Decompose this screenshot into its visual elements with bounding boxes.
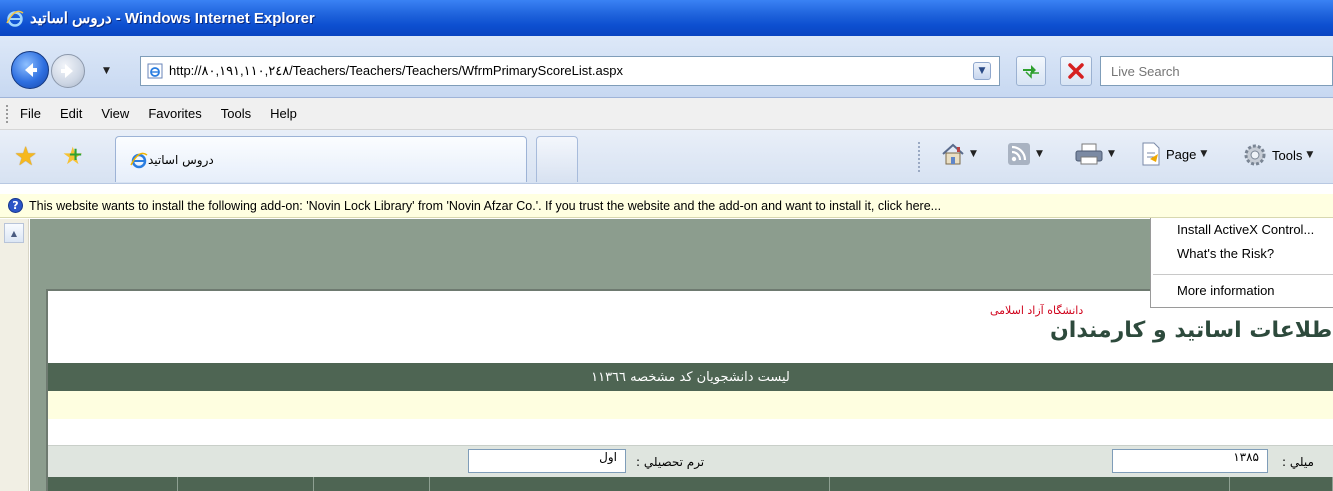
tools-dropdown-icon: ▼ (1306, 150, 1314, 160)
menu-help[interactable]: Help (270, 106, 297, 121)
whats-the-risk-item[interactable]: What's the Risk? (1177, 246, 1274, 261)
page-left-band (30, 289, 46, 491)
ie-logo-icon (6, 10, 24, 27)
window-title: دروس اساتيد - Windows Internet Explorer (30, 10, 315, 27)
list-header: ليست دانشجويان كد مشخصه ۱۱۳٦٦ (48, 363, 1333, 391)
page-icon (1142, 142, 1160, 166)
feeds-dropdown-icon[interactable]: ▼ (1036, 149, 1043, 159)
refresh-button[interactable] (1016, 56, 1046, 86)
tools-menu-label: Tools (1272, 147, 1303, 163)
list-header-text: ليست دانشجويان كد مشخصه ۱۱۳٦٦ (591, 369, 790, 385)
page-menu-button[interactable]: Page ▼ (1140, 142, 1207, 166)
table-header-cell (314, 477, 430, 491)
tab-current[interactable]: دروس اساتيد (115, 136, 527, 182)
information-bar[interactable]: ? This website wants to install the foll… (0, 194, 1333, 218)
infobar-dropdown-menu: Install ActiveX Control... What's the Ri… (1150, 218, 1333, 308)
page-ie-icon (147, 63, 163, 79)
back-button[interactable] (11, 51, 49, 89)
information-bar-text[interactable]: This website wants to install the follow… (29, 199, 941, 213)
search-box[interactable] (1100, 56, 1333, 86)
feeds-button[interactable]: ▼ (1006, 142, 1043, 166)
menu-bar: File Edit View Favorites Tools Help (0, 98, 1333, 130)
menu-separator (1153, 274, 1333, 275)
menu-file[interactable]: File (20, 106, 41, 121)
address-dropdown-icon[interactable]: ▼ (973, 62, 991, 80)
refresh-icon (1023, 65, 1039, 79)
home-dropdown-icon[interactable]: ▼ (970, 149, 977, 159)
printer-icon (1075, 143, 1103, 165)
favorites-center-icon[interactable]: ★ (14, 144, 37, 170)
tools-menu-button[interactable]: Tools ▼ (1242, 142, 1313, 168)
more-information-item[interactable]: More information (1177, 283, 1275, 298)
table-header-cell (1230, 477, 1333, 491)
print-button[interactable]: ▼ (1074, 142, 1115, 166)
menu-edit[interactable]: Edit (60, 106, 82, 121)
info-shield-icon: ? (8, 198, 23, 213)
address-bar[interactable]: http://۸۰,۱۹۱,۱۱۰,۲٤۸/Teachers/Teachers/… (140, 56, 1000, 86)
install-activex-item[interactable]: Install ActiveX Control... (1177, 222, 1314, 237)
home-icon (942, 143, 964, 165)
address-url[interactable]: http://۸۰,۱۹۱,۱۱۰,۲٤۸/Teachers/Teachers/… (169, 63, 623, 79)
toolbar-separator (918, 142, 921, 172)
rss-feed-icon (1008, 143, 1030, 165)
year-field[interactable]: ۱۳۸۵ (1112, 449, 1268, 473)
navigation-bar: ▼ http://۸۰,۱۹۱,۱۱۰,۲٤۸/Teachers/Teacher… (0, 36, 1333, 98)
new-tab-button[interactable] (536, 136, 578, 182)
table-header-cell (178, 477, 314, 491)
year-label: ميلي : (1282, 455, 1314, 469)
page-menu-label: Page (1166, 146, 1197, 162)
university-name: دانشگاه آزاد اسلامی (990, 304, 1084, 317)
menu-tools[interactable]: Tools (221, 106, 251, 121)
table-header-cell (430, 477, 830, 491)
stop-button[interactable] (1060, 56, 1092, 86)
table-header-cell (830, 477, 1230, 491)
window-titlebar: دروس اساتيد - Windows Internet Explorer (0, 0, 1333, 36)
message-row (48, 391, 1333, 419)
search-input[interactable] (1111, 63, 1311, 79)
menu-favorites[interactable]: Favorites (148, 106, 201, 121)
menu-view[interactable]: View (101, 106, 129, 121)
print-dropdown-icon[interactable]: ▼ (1108, 149, 1115, 159)
home-button[interactable]: ▼ (940, 142, 977, 166)
tab-toolbar: ★ ★ + دروس اساتيد ▼ ▼ ▼ Page ▼ Tools ▼ (0, 130, 1333, 184)
add-favorites-icon[interactable]: ★ + (62, 144, 84, 168)
forward-arrow-icon (61, 64, 73, 78)
system-title: طلاعات اساتيد و كارمندان (1050, 318, 1333, 343)
table-header-row (48, 477, 1333, 491)
term-label: ترم تحصيلي : (636, 455, 705, 469)
menu-grip (6, 104, 10, 123)
gear-icon (1244, 144, 1266, 166)
vertical-scrollbar[interactable]: ▲ (0, 219, 29, 491)
stop-icon (1068, 63, 1084, 79)
tab-current-label: دروس اساتيد (148, 152, 214, 167)
history-dropdown-icon[interactable]: ▼ (103, 66, 110, 76)
table-header-cell (48, 477, 178, 491)
term-field[interactable]: اول (468, 449, 626, 473)
page-top-band (30, 219, 1333, 289)
scroll-up-icon[interactable]: ▲ (4, 223, 24, 243)
tab-ie-icon (130, 152, 148, 168)
forward-button[interactable] (51, 54, 85, 88)
page-dropdown-icon: ▼ (1200, 149, 1208, 159)
back-arrow-icon (25, 63, 37, 77)
